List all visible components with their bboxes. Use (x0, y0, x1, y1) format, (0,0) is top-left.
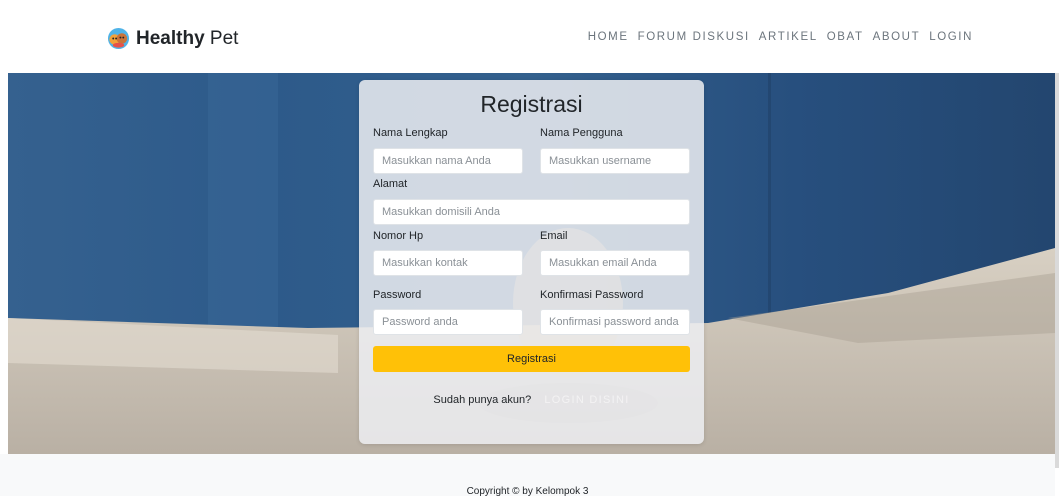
login-question: Sudah punya akun? (433, 394, 532, 406)
nama-lengkap-input[interactable] (373, 148, 523, 174)
registrasi-button[interactable]: Registrasi (373, 346, 690, 372)
login-prompt: Sudah punya akun? LOGIN DISINI (359, 394, 704, 406)
brand-name: Healthy Pet (136, 27, 239, 49)
label-konfirmasi-password: Konfirmasi Password (540, 289, 644, 301)
username-input[interactable] (540, 148, 690, 174)
nav-forum-diskusi[interactable]: FORUM DISKUSI (638, 31, 750, 43)
label-password: Password (373, 289, 422, 301)
alamat-input[interactable] (373, 199, 690, 225)
copyright-text: Copyright © by Kelompok 3 (466, 486, 589, 497)
label-email: Email (540, 230, 568, 242)
footer: Copyright © by Kelompok 3 (0, 454, 1055, 497)
label-alamat: Alamat (373, 178, 408, 190)
label-nama-pengguna: Nama Pengguna (540, 127, 623, 139)
nav-obat[interactable]: OBAT (827, 31, 864, 43)
nav-home[interactable]: HOME (588, 31, 629, 43)
nav-artikel[interactable]: ARTIKEL (759, 31, 818, 43)
nav-menu: HOME FORUM DISKUSI ARTIKEL OBAT ABOUT LO… (588, 31, 973, 43)
label-nama-lengkap: Nama Lengkap (373, 127, 448, 139)
login-disini-link[interactable]: LOGIN DISINI (544, 394, 629, 406)
navbar: Healthy Pet HOME FORUM DISKUSI ARTIKEL O… (0, 0, 1059, 73)
nav-login[interactable]: LOGIN (929, 31, 973, 43)
form-title: Registrasi (480, 91, 583, 117)
scrollbar-track[interactable] (1055, 73, 1059, 468)
nav-about[interactable]: ABOUT (873, 31, 921, 43)
registration-card: Registrasi Nama Lengkap Nama Pengguna Al… (359, 80, 704, 444)
email-input[interactable] (540, 250, 690, 276)
nomor-hp-input[interactable] (373, 250, 523, 276)
password-input[interactable] (373, 309, 523, 335)
label-nomor-hp: Nomor Hp (373, 230, 424, 242)
dog-cat-logo-icon (107, 27, 130, 50)
konfirmasi-password-input[interactable] (540, 309, 690, 335)
brand[interactable]: Healthy Pet (107, 27, 238, 50)
